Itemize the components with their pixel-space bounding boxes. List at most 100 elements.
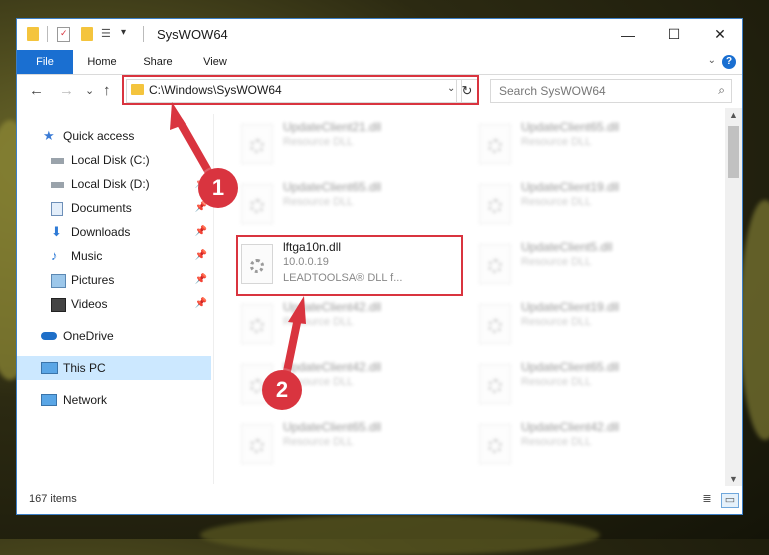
tab-view[interactable]: View <box>193 50 237 74</box>
file-type: Resource DLL <box>283 436 354 448</box>
navigation-bar: ← → ⌄ ↑ C:\Windows\SysWOW64 ⌄ ↻ Search S… <box>17 75 742 108</box>
file-name: UpdateClient21.dll <box>283 120 382 134</box>
tab-home[interactable]: Home <box>79 50 125 74</box>
title-separator <box>143 26 144 42</box>
new-folder-icon[interactable] <box>81 27 93 41</box>
file-name: UpdateClient65.dll <box>521 120 620 134</box>
sidebar-item-label: Local Disk (C:) <box>71 153 150 167</box>
file-name: UpdateClient42.dll <box>521 420 620 434</box>
file-type: Resource DLL <box>521 316 592 328</box>
properties-icon[interactable]: ✓ <box>57 27 70 42</box>
file-type: Resource DLL <box>283 196 354 208</box>
scroll-down-icon[interactable]: ▼ <box>729 474 738 484</box>
dll-file-icon <box>479 364 511 404</box>
sidebar-item-downloads[interactable]: ⬇ Downloads 📌 <box>17 220 211 244</box>
star-icon: ★ <box>43 128 55 143</box>
sidebar-item-label: Videos <box>71 297 108 311</box>
expand-ribbon-icon[interactable]: ⌄ <box>708 55 716 66</box>
file-item[interactable]: UpdateClient19.dll Resource DLL <box>475 178 705 234</box>
up-button[interactable]: ↑ <box>103 82 111 99</box>
file-item[interactable]: UpdateClient65.dll Resource DLL <box>237 418 467 474</box>
forward-button[interactable]: → <box>59 82 74 99</box>
customize-toolbar-icon[interactable]: ☰ <box>101 27 117 41</box>
vertical-scrollbar[interactable]: ▲ ▼ <box>725 108 742 486</box>
file-item[interactable]: UpdateClient5.dll Resource DLL <box>475 238 705 294</box>
file-type: Resource DLL <box>521 256 592 268</box>
minimize-button[interactable]: — <box>605 19 651 50</box>
step-1-badge: 1 <box>198 168 238 208</box>
back-button[interactable]: ← <box>29 82 44 99</box>
file-item[interactable]: UpdateClient42.dll Resource DLL <box>237 298 467 354</box>
pin-icon[interactable]: 📌 <box>195 292 207 316</box>
file-item[interactable]: UpdateClient42.dll Resource DLL <box>475 418 705 474</box>
recent-locations-button[interactable]: ⌄ <box>85 84 94 97</box>
sidebar-item-label: OneDrive <box>63 329 114 343</box>
search-placeholder: Search SysWOW64 <box>499 84 606 98</box>
tab-file[interactable]: File <box>17 50 73 74</box>
close-button[interactable]: ✕ <box>697 19 743 50</box>
videos-icon <box>51 298 66 312</box>
dll-file-icon <box>479 124 511 164</box>
sidebar-item-pictures[interactable]: Pictures 📌 <box>17 268 211 292</box>
dll-file-icon <box>241 124 273 164</box>
file-name: UpdateClient19.dll <box>521 180 620 194</box>
item-count: 167 items <box>29 493 77 505</box>
chevron-down-icon[interactable]: ▾ <box>121 27 133 41</box>
file-name: UpdateClient65.dll <box>283 180 382 194</box>
dll-file-icon <box>479 424 511 464</box>
status-bar: 167 items ≣ ▭ <box>17 486 742 514</box>
computer-icon <box>41 362 58 374</box>
window-title: SysWOW64 <box>157 27 228 42</box>
scrollbar-thumb[interactable] <box>728 126 739 178</box>
sidebar-item-label: This PC <box>63 361 106 375</box>
sidebar-item-local-disk-c[interactable]: Local Disk (C:) <box>17 148 211 172</box>
sidebar-item-local-disk-d[interactable]: Local Disk (D:) 📌 <box>17 172 211 196</box>
file-name: UpdateClient65.dll <box>283 420 382 434</box>
sidebar-item-documents[interactable]: Documents 📌 <box>17 196 211 220</box>
search-input[interactable]: Search SysWOW64 ⌕ <box>490 79 732 103</box>
file-type: Resource DLL <box>521 376 592 388</box>
dll-file-icon <box>479 304 511 344</box>
network-icon <box>41 394 57 406</box>
file-explorer-window: ✓ ☰ ▾ SysWOW64 — ☐ ✕ File Home Share Vie… <box>16 18 743 515</box>
sidebar-item-network[interactable]: Network <box>17 388 211 412</box>
dll-file-icon <box>479 184 511 224</box>
music-icon: ♪ <box>51 248 58 263</box>
navigation-pane: ★ Quick access Local Disk (C:) Local Dis… <box>17 114 213 486</box>
file-item[interactable]: UpdateClient19.dll Resource DLL <box>475 298 705 354</box>
sidebar-item-onedrive[interactable]: OneDrive <box>17 324 211 348</box>
sidebar-item-this-pc[interactable]: This PC <box>17 356 211 380</box>
scroll-up-icon[interactable]: ▲ <box>729 110 738 120</box>
sidebar-item-label: Music <box>71 249 103 263</box>
file-type: Resource DLL <box>521 436 592 448</box>
file-highlight <box>236 235 463 296</box>
sidebar-item-music[interactable]: ♪ Music 📌 <box>17 244 211 268</box>
file-item[interactable]: UpdateClient21.dll Resource DLL <box>237 118 467 174</box>
file-type: Resource DLL <box>521 136 592 148</box>
dll-file-icon <box>241 184 273 224</box>
large-icons-view-icon[interactable]: ▭ <box>721 493 739 508</box>
sidebar-item-label: Pictures <box>71 273 115 287</box>
file-type: Resource DLL <box>283 136 354 148</box>
sidebar-item-label: Network <box>63 393 108 407</box>
maximize-button[interactable]: ☐ <box>651 19 697 50</box>
dll-file-icon <box>241 304 273 344</box>
help-icon[interactable]: ? <box>722 55 736 69</box>
tab-share[interactable]: Share <box>135 50 181 74</box>
pin-icon[interactable]: 📌 <box>195 220 207 244</box>
address-bar-highlight <box>122 75 479 105</box>
file-item[interactable]: UpdateClient65.dll Resource DLL <box>475 118 705 174</box>
onedrive-icon <box>41 332 57 340</box>
step-2-badge: 2 <box>262 370 302 410</box>
file-item[interactable]: UpdateClient65.dll Resource DLL <box>475 358 705 414</box>
pin-icon[interactable]: 📌 <box>195 268 207 292</box>
toolbar-separator <box>47 26 48 42</box>
annotation-arrow-2 <box>282 296 306 380</box>
downloads-icon: ⬇ <box>51 224 62 239</box>
pin-icon[interactable]: 📌 <box>195 244 207 268</box>
pictures-icon <box>51 274 66 288</box>
details-view-icon[interactable]: ≣ <box>699 493 715 506</box>
drive-icon <box>51 158 64 164</box>
sidebar-item-videos[interactable]: Videos 📌 <box>17 292 211 316</box>
file-item[interactable]: UpdateClient65.dll Resource DLL <box>237 178 467 234</box>
